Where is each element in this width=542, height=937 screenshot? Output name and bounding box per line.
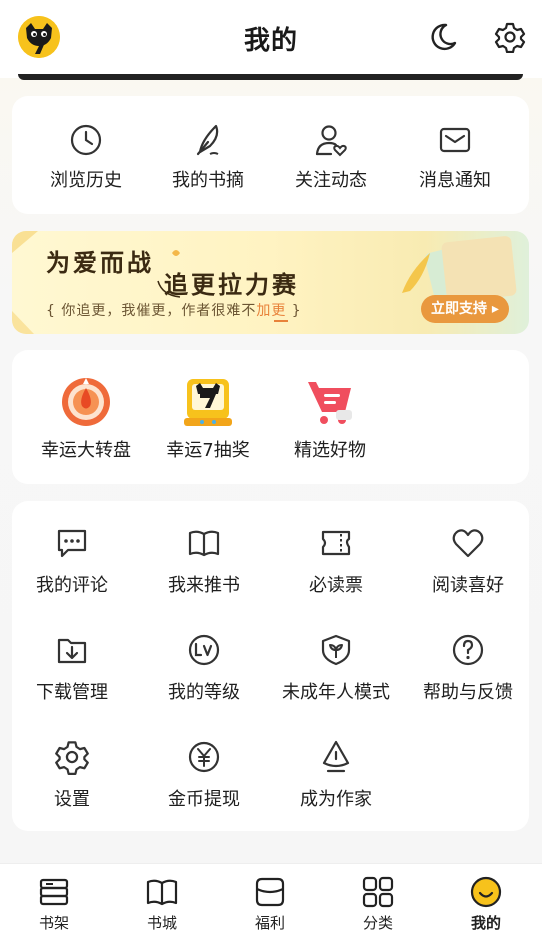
cart-icon	[308, 382, 352, 424]
heart-icon	[452, 529, 484, 558]
service-download-management[interactable]: 下载管理	[12, 632, 132, 704]
activities-card: 幸运大转盘 幸运7抽奖 精选好物	[12, 350, 529, 484]
header-divider	[18, 74, 523, 80]
nav-welfare[interactable]: 福利	[230, 876, 310, 933]
download-folder-icon	[57, 638, 87, 664]
coin-icon	[188, 741, 220, 773]
bookstore-icon	[146, 879, 178, 906]
mail-icon	[439, 127, 471, 153]
service-must-read-ticket[interactable]: 必读票	[276, 525, 396, 597]
activity-lucky-7[interactable]: 幸运7抽奖	[148, 376, 268, 462]
moon-icon[interactable]	[427, 21, 459, 53]
banner-subtitle-text: { 你追更，我催更，作者很难不	[46, 303, 257, 319]
smile-icon	[470, 876, 502, 908]
lucky-wheel-icon	[62, 378, 110, 426]
nav-label: 我的	[470, 914, 501, 932]
service-label: 金币提现	[168, 789, 240, 810]
quick-link-label: 我的书摘	[172, 170, 244, 191]
service-label: 设置	[54, 789, 90, 810]
bookshelf-icon	[39, 878, 69, 906]
grid-icon	[362, 876, 394, 908]
activity-lucky-wheel[interactable]: 幸运大转盘	[26, 376, 146, 462]
service-my-comments[interactable]: 我的评论	[12, 525, 132, 597]
banner-subtitle-highlight: 加更	[256, 303, 287, 319]
service-label: 必读票	[309, 575, 363, 596]
service-label: 成为作家	[300, 789, 372, 810]
activity-selected-goods[interactable]: 精选好物	[270, 376, 390, 462]
gift-box-icon	[255, 877, 285, 907]
quick-link-excerpts[interactable]: 我的书摘	[158, 122, 258, 192]
level-icon	[188, 634, 220, 666]
service-label: 我的评论	[36, 575, 108, 596]
comment-icon	[57, 529, 87, 558]
banner-subtitle-end: }	[286, 303, 302, 319]
nav-label: 福利	[254, 914, 285, 932]
service-minor-mode[interactable]: 未成年人模式	[276, 632, 396, 704]
help-icon	[452, 634, 484, 666]
page-title: 我的	[243, 26, 298, 56]
quick-links-card: 浏览历史 我的书摘 关注动态 消息通知	[12, 96, 529, 214]
promo-banner[interactable]: 为爱而战 追更拉力赛 { 你追更，我催更，作者很难不加更 } 立即支持 ▸	[12, 231, 529, 334]
quick-link-label: 浏览历史	[50, 170, 122, 191]
banner-title-2: 追更拉力赛	[164, 270, 299, 299]
service-help-feedback[interactable]: 帮助与反馈	[408, 632, 528, 704]
service-settings[interactable]: 设置	[12, 739, 132, 811]
ticket-icon	[321, 530, 351, 556]
service-coin-withdraw[interactable]: 金币提现	[144, 739, 264, 811]
nav-label: 书架	[38, 914, 69, 932]
quick-link-label: 消息通知	[419, 170, 491, 191]
pen-nib-icon	[322, 740, 350, 773]
activity-label: 精选好物	[294, 440, 366, 461]
service-label: 未成年人模式	[282, 682, 390, 703]
services-card: 我的评论 我来推书 必读票 阅读喜好 下载管理 我的等级 未成年人模式 帮助与反…	[12, 501, 529, 831]
service-become-writer[interactable]: 成为作家	[276, 739, 396, 811]
service-my-level[interactable]: 我的等级	[144, 632, 264, 704]
quick-link-history[interactable]: 浏览历史	[36, 122, 136, 192]
service-label: 阅读喜好	[432, 575, 504, 596]
service-label: 下载管理	[36, 682, 108, 703]
support-now-button[interactable]: 立即支持 ▸	[421, 295, 509, 323]
nav-label: 分类	[362, 914, 393, 932]
nav-bookshelf[interactable]: 书架	[14, 876, 94, 933]
service-label: 我来推书	[168, 575, 240, 596]
service-label: 我的等级	[168, 682, 240, 703]
lucky7-icon	[184, 379, 232, 426]
activity-label: 幸运大转盘	[41, 440, 131, 461]
top-header: 我的	[0, 0, 542, 80]
gear-icon[interactable]	[494, 21, 526, 53]
shield-sprout-icon	[321, 634, 351, 666]
service-reading-preferences[interactable]: 阅读喜好	[408, 525, 528, 597]
nav-mine[interactable]: 我的	[446, 876, 526, 933]
activity-label: 幸运7抽奖	[166, 440, 250, 461]
service-recommend-book[interactable]: 我来推书	[144, 525, 264, 597]
clock-icon	[70, 124, 102, 156]
quick-link-messages[interactable]: 消息通知	[405, 122, 505, 192]
quick-link-following[interactable]: 关注动态	[281, 122, 381, 192]
banner-title-1: 为爱而战	[46, 248, 154, 277]
bottom-nav: 书架 书城 福利 分类 我的	[0, 863, 542, 937]
banner-subtitle: { 你追更，我催更，作者很难不加更 }	[46, 300, 302, 320]
feather-icon	[196, 124, 219, 156]
book-open-icon	[188, 530, 220, 557]
nav-bookstore[interactable]: 书城	[122, 876, 202, 933]
nav-label: 书城	[146, 914, 177, 932]
service-label: 帮助与反馈	[423, 682, 513, 703]
user-heart-icon	[315, 125, 347, 157]
quick-link-label: 关注动态	[295, 170, 367, 191]
nav-categories[interactable]: 分类	[338, 876, 418, 933]
settings-icon	[55, 741, 89, 775]
